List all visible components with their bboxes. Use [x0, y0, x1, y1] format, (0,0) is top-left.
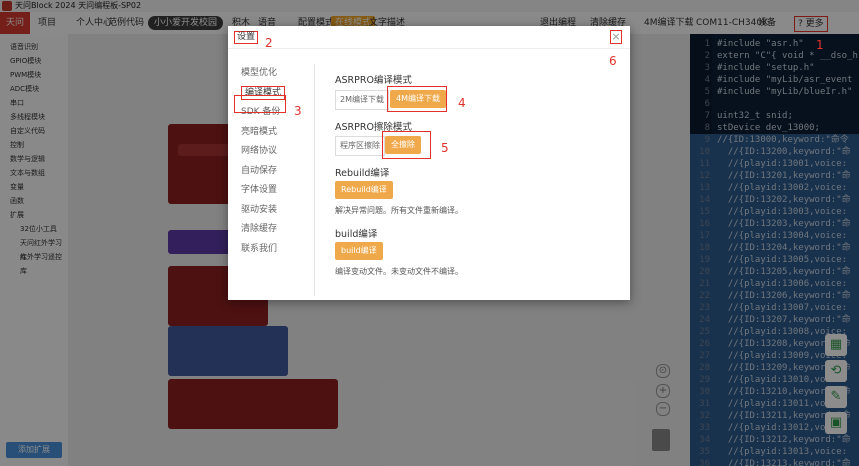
close-icon[interactable]: ×: [610, 30, 622, 44]
rebuild-button[interactable]: Rebuild编译: [335, 181, 393, 199]
menu-clear-cache[interactable]: 清除缓存: [228, 220, 312, 240]
menu-contact-us[interactable]: 联系我们: [228, 240, 312, 260]
menu-network-protocol[interactable]: 网络协议: [228, 142, 312, 162]
highlight-box: [387, 86, 447, 112]
menu-divider: [314, 64, 315, 296]
step-marker: 4: [458, 96, 466, 110]
step-marker: 6: [609, 54, 617, 68]
build-hint: 编译变动文件。未变动文件不编译。: [335, 267, 463, 276]
menu-model-optimize[interactable]: 模型优化: [228, 64, 312, 84]
compile-2m-button[interactable]: 2M编译下载: [335, 90, 389, 110]
menu-font-settings[interactable]: 字体设置: [228, 181, 312, 201]
settings-menu: 模型优化 编译模式 SDK 备份 亮暗模式 网络协议 自动保存 字体设置 驱动安…: [228, 64, 312, 259]
menu-driver-install[interactable]: 驱动安装: [228, 201, 312, 221]
rebuild-title: Rebuild编译: [335, 168, 390, 179]
highlight-box: [234, 95, 286, 113]
step-marker: 1: [816, 38, 824, 52]
step-marker: 2: [265, 36, 273, 50]
settings-dialog: 设置 × 模型优化 编译模式 SDK 备份 亮暗模式 网络协议 自动保存 字体设…: [228, 26, 630, 300]
build-title: build编译: [335, 229, 378, 240]
dialog-title: 设置: [234, 31, 259, 44]
rebuild-hint: 解决异常问题。所有文件重新编译。: [335, 206, 463, 215]
erase-partial-button[interactable]: 程序区擦除: [335, 136, 385, 156]
dialog-header: 设置 ×: [228, 26, 630, 49]
step-marker: 5: [441, 141, 449, 155]
build-button[interactable]: build编译: [335, 242, 383, 260]
menu-autosave[interactable]: 自动保存: [228, 162, 312, 182]
menu-theme-mode[interactable]: 亮暗模式: [228, 123, 312, 143]
highlight-box: [382, 131, 431, 159]
step-marker: 3: [294, 104, 302, 118]
compile-mode-title: ASRPRO编译模式: [335, 75, 412, 86]
